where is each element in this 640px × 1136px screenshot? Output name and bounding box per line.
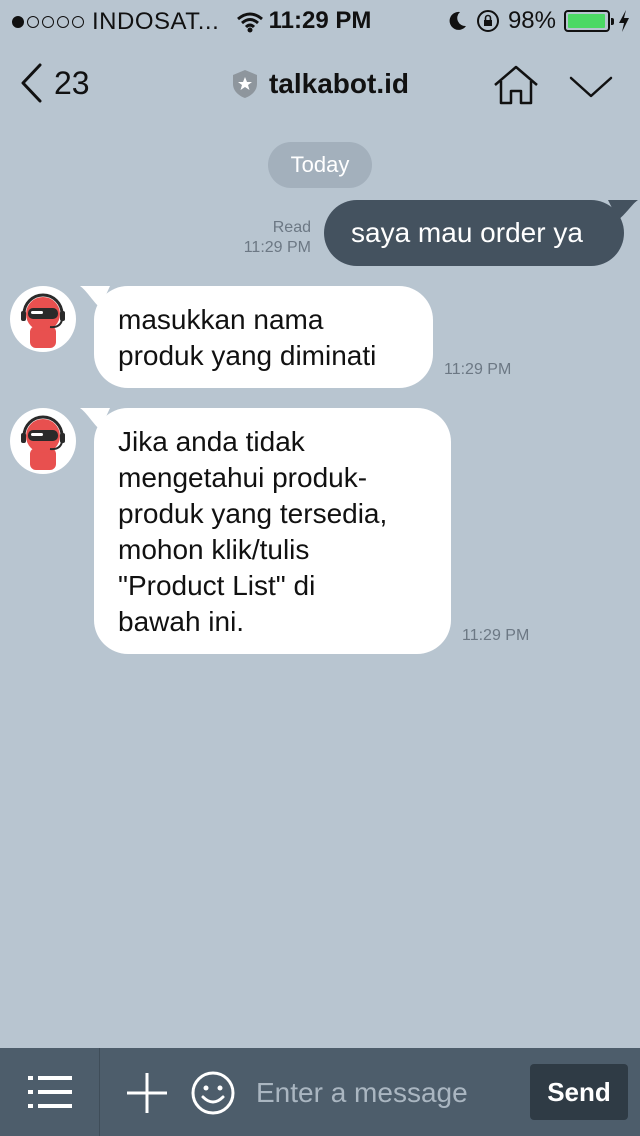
message-bubble-incoming[interactable]: masukkan nama produk yang diminati [80, 286, 433, 388]
avatar[interactable] [10, 286, 76, 352]
message-bubble-outgoing[interactable]: saya mau order ya [324, 200, 638, 266]
battery-percent: 98% [507, 7, 556, 34]
send-button[interactable]: Send [530, 1064, 628, 1120]
message-meta-outgoing: Read 11:29 PM [244, 218, 311, 258]
bot-avatar-icon [21, 293, 65, 348]
bubble-tail [608, 200, 638, 220]
avatar[interactable] [10, 408, 76, 474]
chat-header: 23 talkabot.id [0, 44, 640, 124]
message-composer: Send [0, 1048, 640, 1136]
chevron-down-icon[interactable] [568, 74, 614, 100]
message-text: masukkan nama produk yang diminati [118, 304, 377, 371]
message-bubble-incoming[interactable]: Jika anda tidak mengetahui produk- produ… [80, 408, 451, 654]
message-input[interactable] [256, 1070, 516, 1116]
message-text: saya mau order ya [351, 217, 583, 248]
message-time: 11:29 PM [243, 239, 311, 256]
menu-button[interactable] [0, 1048, 100, 1136]
home-icon[interactable] [492, 64, 540, 106]
read-receipt: Read [272, 219, 311, 236]
bubble-tail [80, 408, 110, 430]
plus-icon[interactable] [124, 1070, 170, 1116]
bot-avatar-icon [21, 415, 65, 470]
menu-icon [28, 1076, 72, 1108]
charging-bolt-icon [619, 10, 629, 32]
date-separator: Today [268, 142, 372, 188]
chat-title: talkabot.id [268, 68, 409, 99]
rotation-lock-icon [476, 10, 499, 32]
moon-icon [449, 11, 466, 30]
message-time: 11:29 PM [444, 361, 512, 378]
message-text: Jika anda tidak mengetahui produk- produ… [118, 426, 388, 637]
message-time: 11:29 PM [462, 627, 530, 644]
shield-star-icon [232, 70, 257, 98]
emoji-icon[interactable] [190, 1070, 236, 1116]
battery-icon [564, 10, 614, 32]
status-bar: INDOSAT... 11:29 PM 98% [0, 0, 640, 40]
bubble-tail [80, 286, 110, 308]
battery-level-fill [568, 14, 606, 28]
